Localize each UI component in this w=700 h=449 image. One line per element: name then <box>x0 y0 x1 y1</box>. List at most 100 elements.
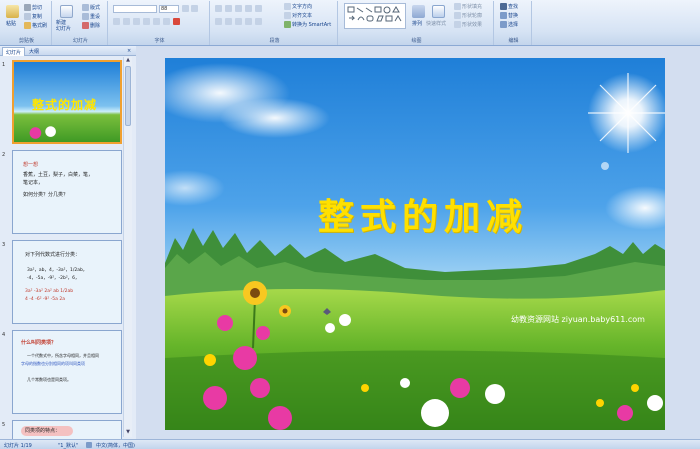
brush-icon <box>24 22 31 29</box>
find-button[interactable]: 查找 <box>500 3 518 10</box>
copy-button[interactable]: 复制 <box>24 13 42 20</box>
delete-slide-button[interactable]: 删除 <box>82 22 100 29</box>
reset-icon <box>82 13 89 20</box>
slide-thumbnail-3[interactable]: 对下列代数式进行分类： 3a²，ab，4，-3a²，1/2ab， -4，-5a，… <box>12 240 122 324</box>
slide-thumbnail-2[interactable]: 想一想 香蕉，土豆，梨子，白菜，笔， 笔记本， 如何分类？分几类？ <box>12 150 122 234</box>
thumbnail-scrollbar[interactable]: ▲ ▼ <box>123 57 132 437</box>
tab-slides[interactable]: 幻灯片 <box>2 47 26 56</box>
language-indicator[interactable]: 中文(简体，中国) <box>96 442 135 449</box>
justify-icon[interactable] <box>245 18 252 25</box>
group-label-slides: 幻灯片 <box>72 38 88 44</box>
align-buttons[interactable] <box>215 18 262 25</box>
shapes-icon <box>347 6 402 22</box>
close-panel-icon[interactable]: × <box>124 47 134 56</box>
slide-title[interactable]: 整式的加减 <box>273 188 573 240</box>
slide-canvas[interactable]: 整式的加减 幼教资源网站 ziyuan.baby611.com <box>165 58 665 430</box>
font-name-box[interactable] <box>113 5 157 13</box>
paste-icon[interactable] <box>6 5 19 18</box>
select-button[interactable]: 选择 <box>500 21 518 28</box>
align-right-icon[interactable] <box>235 18 242 25</box>
thumb3-line-3: -4，-5a，-9²，-2b²，6， <box>27 276 80 281</box>
smartart-button[interactable]: 转换为 SmartArt <box>284 21 331 28</box>
slide-thumbnail-1[interactable]: 整式的加减 <box>12 60 122 144</box>
watermark: 幼教资源网站 ziyuan.baby611.com <box>511 315 645 324</box>
group-label-editing: 编辑 <box>508 38 519 44</box>
thumbnail-flowers <box>24 126 62 140</box>
spacing-icon[interactable] <box>163 18 170 25</box>
columns-icon[interactable] <box>255 18 262 25</box>
text-direction-icon <box>284 3 291 10</box>
thumb4-line-4: 几个常数项也是同类项。 <box>27 377 71 382</box>
thumb3-line-4: 3a² -3a² 2a² ab 1/2ab <box>25 289 74 294</box>
font-color-icon[interactable] <box>173 18 180 25</box>
panel-tabs: 幻灯片 大纲 × <box>0 46 136 56</box>
italic-icon[interactable] <box>123 18 130 25</box>
thumb2-line-4: 如何分类？分几类？ <box>23 192 69 198</box>
group-slides: 新建 幻灯片 版式 重设 删除 幻灯片 <box>54 1 108 45</box>
fill-icon <box>454 3 461 10</box>
spellcheck-icon[interactable] <box>86 442 92 448</box>
binoculars-icon <box>500 3 507 10</box>
numbering-icon[interactable] <box>225 5 232 12</box>
effects-icon <box>454 21 461 28</box>
reset-button[interactable]: 重设 <box>82 13 100 20</box>
thumb4-line-3: 字母的指数也分别相同的项叫同类项 <box>21 361 85 366</box>
shape-effects-button[interactable]: 形状效果 <box>454 21 482 28</box>
quick-styles-icon[interactable] <box>432 5 445 18</box>
slide-thumbnails-panel: 1 整式的加减 2 想一想 香蕉，土豆，梨子，白菜，笔， 笔记本， 如何分类？分… <box>0 56 136 439</box>
thumb3-line-2: 3a²，ab，4，-3a²，1/2ab， <box>27 268 88 273</box>
replace-button[interactable]: 替换 <box>500 12 518 19</box>
align-center-icon[interactable] <box>225 18 232 25</box>
font-size-box[interactable]: 88 <box>159 5 179 13</box>
new-slide-button[interactable]: 新建 幻灯片 <box>56 20 71 32</box>
align-left-icon[interactable] <box>215 18 222 25</box>
quick-styles-button[interactable]: 快速样式 <box>426 20 446 27</box>
scissors-icon <box>24 4 31 11</box>
grow-font-button[interactable] <box>182 5 189 12</box>
format-painter-button[interactable]: 格式刷 <box>24 22 47 29</box>
shape-outline-button[interactable]: 形状轮廓 <box>454 12 482 19</box>
scroll-thumb[interactable] <box>125 66 131 126</box>
slide-thumbnail-5[interactable]: 同类项的特点： <box>12 420 122 439</box>
paste-button[interactable]: 粘贴 <box>6 20 16 27</box>
theme-name: "1_默认" <box>58 443 79 449</box>
shapes-gallery[interactable] <box>344 3 406 29</box>
bullets-icon[interactable] <box>215 5 222 12</box>
layout-button[interactable]: 版式 <box>82 4 100 11</box>
slide-number-5: 5 <box>2 422 6 428</box>
layout-icon <box>82 4 89 11</box>
list-buttons[interactable] <box>215 5 262 12</box>
shrink-font-button[interactable] <box>191 5 198 12</box>
cut-button[interactable]: 剪切 <box>24 4 42 11</box>
bold-icon[interactable] <box>113 18 120 25</box>
thumb3-line-1: 对下列代数式进行分类： <box>25 252 81 258</box>
scroll-down-arrow[interactable]: ▼ <box>124 429 132 437</box>
thumb4-line-1: 什么叫同类项？ <box>21 340 57 346</box>
group-clipboard: 粘贴 剪切 复制 格式刷 剪贴板 <box>2 1 52 45</box>
shape-fill-button[interactable]: 形状填充 <box>454 3 482 10</box>
ribbon: 粘贴 剪切 复制 格式刷 剪贴板 新建 幻灯片 版式 重设 删除 幻灯片 88 … <box>0 0 700 46</box>
slide-thumbnail-4[interactable]: 什么叫同类项？ 一个代数式中，所含字母相同，并且相同 字母的指数也分别相同的项叫… <box>12 330 122 414</box>
arrange-icon[interactable] <box>412 5 425 18</box>
scroll-up-arrow[interactable]: ▲ <box>124 57 132 65</box>
meadow-illustration <box>165 63 665 430</box>
font-style-row[interactable] <box>113 18 180 25</box>
underline-icon[interactable] <box>133 18 140 25</box>
thumb2-line-2: 香蕉，土豆，梨子，白菜，笔， <box>23 172 94 178</box>
arrange-button[interactable]: 排列 <box>412 20 422 27</box>
decrease-indent-icon[interactable] <box>235 5 242 12</box>
tab-outline[interactable]: 大纲 <box>26 47 42 56</box>
group-paragraph: 文字方向 对齐文本 转换为 SmartArt 段落 <box>212 1 338 45</box>
increase-indent-icon[interactable] <box>245 5 252 12</box>
strikethrough-icon[interactable] <box>143 18 150 25</box>
status-bar: 幻灯片 1/19 "1_默认" 中文(简体，中国) <box>0 439 700 449</box>
grow-font-icon <box>182 5 189 12</box>
new-slide-icon[interactable] <box>60 5 73 18</box>
text-direction-button[interactable]: 文字方向 <box>284 3 312 10</box>
shadow-icon[interactable] <box>153 18 160 25</box>
line-spacing-icon[interactable] <box>255 5 262 12</box>
thumb4-line-2: 一个代数式中，所含字母相同，并且相同 <box>27 353 99 358</box>
slide-counter: 幻灯片 1/19 <box>4 443 32 449</box>
group-label-clipboard: 剪贴板 <box>18 38 34 44</box>
align-text-button[interactable]: 对齐文本 <box>284 12 312 19</box>
